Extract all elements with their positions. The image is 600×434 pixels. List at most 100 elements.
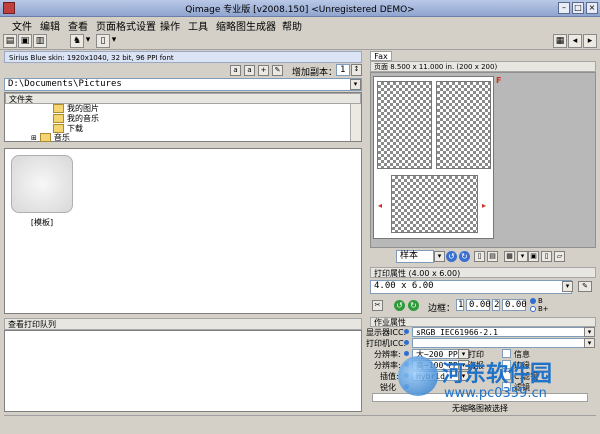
- watermark-text: 河东软件园: [442, 362, 553, 387]
- menu-bar: 文件 编辑 查看 页面格式设置 操作 工具 缩略图生成器 帮助: [0, 17, 600, 33]
- f-marker-icon: F: [496, 76, 502, 85]
- page-icon[interactable]: ▯: [474, 251, 485, 262]
- minimize-icon[interactable]: –: [558, 2, 570, 14]
- monitor-icc-dot: [404, 329, 409, 334]
- edit-size-icon[interactable]: ✎: [578, 281, 592, 292]
- radio-bplus-label: B+: [538, 305, 549, 313]
- close-icon[interactable]: ×: [586, 2, 598, 14]
- tree-scrollbar[interactable]: [350, 104, 361, 141]
- preview-image-2[interactable]: [436, 81, 491, 169]
- preview-toolbar: 样本 ▾ ↺ ↻ ▯ ▤ ▦ ▾ ▣ ▯ ▱: [370, 250, 596, 264]
- path-input[interactable]: D:\Documents\Pictures: [4, 78, 362, 91]
- layout-icon[interactable]: ▦: [553, 34, 567, 48]
- printer-icc-select[interactable]: [412, 338, 588, 348]
- folder-icon: [53, 104, 64, 113]
- radio-bplus[interactable]: [530, 306, 536, 312]
- chevron-down-icon[interactable]: ▾: [84, 34, 92, 48]
- copies-row: a a + ✎ 增加副本： 1 ↕: [4, 63, 362, 78]
- menu-view[interactable]: 查看: [68, 18, 88, 33]
- thumbnail-image[interactable]: [11, 155, 73, 213]
- folder-icon: [39, 133, 51, 142]
- cut-icon[interactable]: ✂: [372, 300, 383, 311]
- resolution-label-1: 分辨率:: [374, 350, 401, 359]
- page-preview-area: ◂ ▸ F: [370, 72, 596, 248]
- radio-b-label: B: [538, 297, 543, 305]
- zoom-out-icon[interactable]: a: [244, 65, 255, 76]
- menu-tools[interactable]: 工具: [188, 18, 208, 33]
- chevron-down-icon[interactable]: ▾: [562, 281, 573, 292]
- interp-label: 插值:: [380, 372, 399, 381]
- document-icon[interactable]: ▯: [541, 251, 552, 262]
- preview-image-1[interactable]: [377, 81, 432, 169]
- size-select[interactable]: 4.00 x 6.00: [370, 280, 572, 294]
- menu-help[interactable]: 帮助: [282, 18, 302, 33]
- print-props-header: 打印属性 (4.00 x 6.00): [370, 267, 596, 278]
- maximize-icon[interactable]: □: [572, 2, 584, 14]
- radio-b[interactable]: [530, 298, 536, 304]
- add-icon[interactable]: +: [258, 65, 269, 76]
- copies-input[interactable]: 1: [336, 64, 350, 76]
- wizard-icon[interactable]: ♞: [70, 34, 84, 48]
- watermark-url: www.pc0359.cn: [444, 386, 547, 401]
- chevron-down-icon[interactable]: ▾: [584, 327, 595, 337]
- folders-header: 文件夹: [5, 93, 361, 104]
- page-info: 页面 8.500 x 11.000 in. (200 x 200): [370, 61, 596, 72]
- sample-select[interactable]: 样本: [396, 250, 434, 263]
- menu-file[interactable]: 文件: [12, 18, 32, 33]
- tag-icon[interactable]: ✎: [272, 65, 283, 76]
- next-icon[interactable]: ▸: [583, 34, 597, 48]
- zoom-in-icon[interactable]: a: [230, 65, 241, 76]
- preview-page: ◂ ▸: [373, 76, 494, 239]
- menu-thumbnail-generator[interactable]: 缩略图生成器: [216, 18, 276, 33]
- menu-edit[interactable]: 编辑: [40, 18, 60, 33]
- thumbnail-caption: [模板]: [30, 218, 54, 227]
- margin-field-4[interactable]: 0.00: [502, 299, 527, 311]
- lock-icon[interactable]: ▣: [528, 251, 539, 262]
- chevron-down-icon[interactable]: ▾: [517, 251, 528, 262]
- print-queue-panel: [4, 330, 362, 412]
- watermark-logo: 河东软件园 www.pc0359.cn: [398, 352, 596, 424]
- tree-item-music[interactable]: 我的音乐: [53, 114, 99, 124]
- save-icon[interactable]: ▣: [18, 34, 32, 48]
- printer-icc-label: 打印机ICC:: [366, 339, 407, 348]
- margin-field-3[interactable]: 2: [492, 299, 500, 311]
- tree-item-music-folder[interactable]: ⊞ 音乐: [31, 133, 70, 143]
- watermark-emblem: [398, 356, 438, 396]
- margin-field-2[interactable]: 0.00: [466, 299, 491, 311]
- monitor-icc-select[interactable]: sRGB IEC61966-2.1: [412, 327, 588, 337]
- chevron-down-icon[interactable]: ▾: [110, 34, 118, 48]
- chevron-down-icon[interactable]: ▾: [434, 251, 445, 262]
- rotate-left-icon[interactable]: ↺: [446, 251, 457, 262]
- print-icon[interactable]: ▥: [33, 34, 47, 48]
- copies-spinner[interactable]: ↕: [351, 64, 362, 76]
- toolbar: ▤ ▣ ▥ ♞ ▾ ▯ ▾ ▦ ◂ ▸: [0, 32, 600, 50]
- arrow-right-icon: ▸: [482, 201, 487, 210]
- title-bar: Qimage 专业版 [v2008.150] <Unregistered DEM…: [0, 0, 600, 17]
- rotate-right-icon[interactable]: ↻: [459, 251, 470, 262]
- path-dropdown-icon[interactable]: ▾: [350, 79, 361, 90]
- new-page-icon[interactable]: ▯: [96, 34, 110, 48]
- preview-image-3[interactable]: [391, 175, 478, 233]
- folder-icon: [53, 124, 64, 133]
- expand-icon[interactable]: ⊞: [31, 134, 37, 142]
- rotate-cw-icon[interactable]: ↻: [408, 300, 419, 311]
- prev-icon[interactable]: ◂: [568, 34, 582, 48]
- rotate-ccw-icon[interactable]: ↺: [394, 300, 405, 311]
- open-folder-icon[interactable]: ▤: [3, 34, 17, 48]
- folder-icon: [53, 114, 64, 123]
- resolution-label-2: 分辨率:: [374, 361, 401, 370]
- thumbnail-panel: [模板]: [4, 148, 362, 314]
- tab-fax[interactable]: Fax: [370, 51, 392, 61]
- tree-item-pictures[interactable]: 我的图片: [53, 104, 99, 114]
- grid-icon[interactable]: ▦: [504, 251, 515, 262]
- chevron-down-icon[interactable]: ▾: [584, 338, 595, 348]
- export-icon[interactable]: ▱: [554, 251, 565, 262]
- skin-status: Sirius Blue skin: 1920x1040, 32 bit, 96 …: [4, 51, 362, 63]
- job-props-header: 作业属性: [370, 317, 596, 327]
- menu-page-format[interactable]: 页面格式设置: [96, 18, 156, 33]
- margin-field-1[interactable]: 1: [456, 299, 464, 311]
- printer-icc-dot: [404, 340, 409, 345]
- menu-operations[interactable]: 操作: [160, 18, 180, 33]
- folder-tree-panel: 文件夹 我的图片 我的音乐 下载 ⊞ 音乐: [4, 92, 362, 142]
- thumbnail-grid-icon[interactable]: ▤: [487, 251, 498, 262]
